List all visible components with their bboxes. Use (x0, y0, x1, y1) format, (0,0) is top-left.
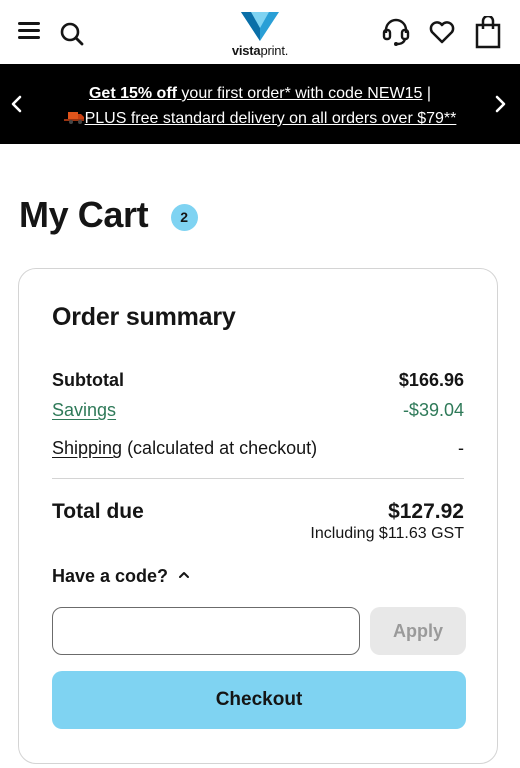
logo-dot: . (284, 43, 289, 58)
shipping-link[interactable]: Shipping (52, 438, 122, 458)
shipping-row: Shipping (calculated at checkout) - (52, 435, 464, 461)
total-row: Total due $127.92 (52, 497, 464, 527)
total-label: Total due (52, 500, 144, 523)
site-header: vistaprint. (0, 0, 520, 64)
apply-button[interactable]: Apply (370, 607, 466, 655)
shipping-value: - (458, 438, 464, 458)
promo-offer-rest: your first order* with code NEW15 (176, 85, 423, 102)
page-title: My Cart (19, 194, 149, 235)
shopping-bag-icon[interactable] (472, 14, 504, 49)
promo-separator: | (422, 85, 432, 102)
chevron-left-icon[interactable] (3, 90, 31, 118)
promo-code-input[interactable] (52, 607, 360, 655)
promo-delivery-link[interactable]: PLUS free standard delivery on all order… (63, 110, 457, 127)
savings-link[interactable]: Savings (52, 400, 116, 420)
promo-code-toggle-label: Have a code? (52, 566, 169, 586)
summary-divider (52, 478, 464, 479)
total-value: $127.92 (388, 500, 464, 523)
promo-message: Get 15% off your first order* with code … (40, 81, 480, 131)
savings-value: -$39.04 (402, 400, 464, 420)
vistaprint-logo[interactable]: vistaprint. (224, 10, 296, 64)
order-summary-card: Order summary Subtotal $166.96 Savings -… (18, 268, 498, 764)
subtotal-label: Subtotal (52, 370, 124, 390)
chevron-up-icon (179, 572, 190, 578)
chevron-right-icon[interactable] (486, 90, 514, 118)
heart-icon[interactable] (426, 16, 458, 48)
order-summary-title: Order summary (52, 303, 236, 331)
gst-note: Including $11.63 GST (310, 525, 464, 542)
promo-offer-bold: Get 15% off (88, 85, 177, 102)
delivery-truck-icon (63, 112, 84, 124)
subtotal-value: $166.96 (398, 370, 464, 390)
logo-mark-icon (241, 12, 279, 41)
subtotal-row: Subtotal $166.96 (52, 367, 464, 393)
cart-title-row: My Cart 2 (19, 194, 198, 240)
logo-brand-light: print (260, 43, 285, 58)
checkout-button[interactable]: Checkout (52, 671, 466, 729)
search-icon[interactable] (58, 20, 86, 48)
headset-icon[interactable] (380, 16, 412, 48)
logo-wordmark: vistaprint. (224, 43, 296, 58)
hamburger-menu-icon[interactable] (18, 22, 40, 42)
promo-offer-link[interactable]: Get 15% off your first order* with code … (89, 85, 422, 102)
shipping-note: (calculated at checkout) (122, 438, 318, 458)
logo-brand-bold: vista (231, 43, 261, 58)
cart-count-badge: 2 (170, 203, 198, 231)
promo-banner: Get 15% off your first order* with code … (0, 64, 520, 144)
promo-code-toggle[interactable]: Have a code? (52, 566, 190, 587)
savings-row: Savings -$39.04 (52, 397, 464, 423)
promo-delivery-text: PLUS free standard delivery on all order… (84, 110, 457, 127)
